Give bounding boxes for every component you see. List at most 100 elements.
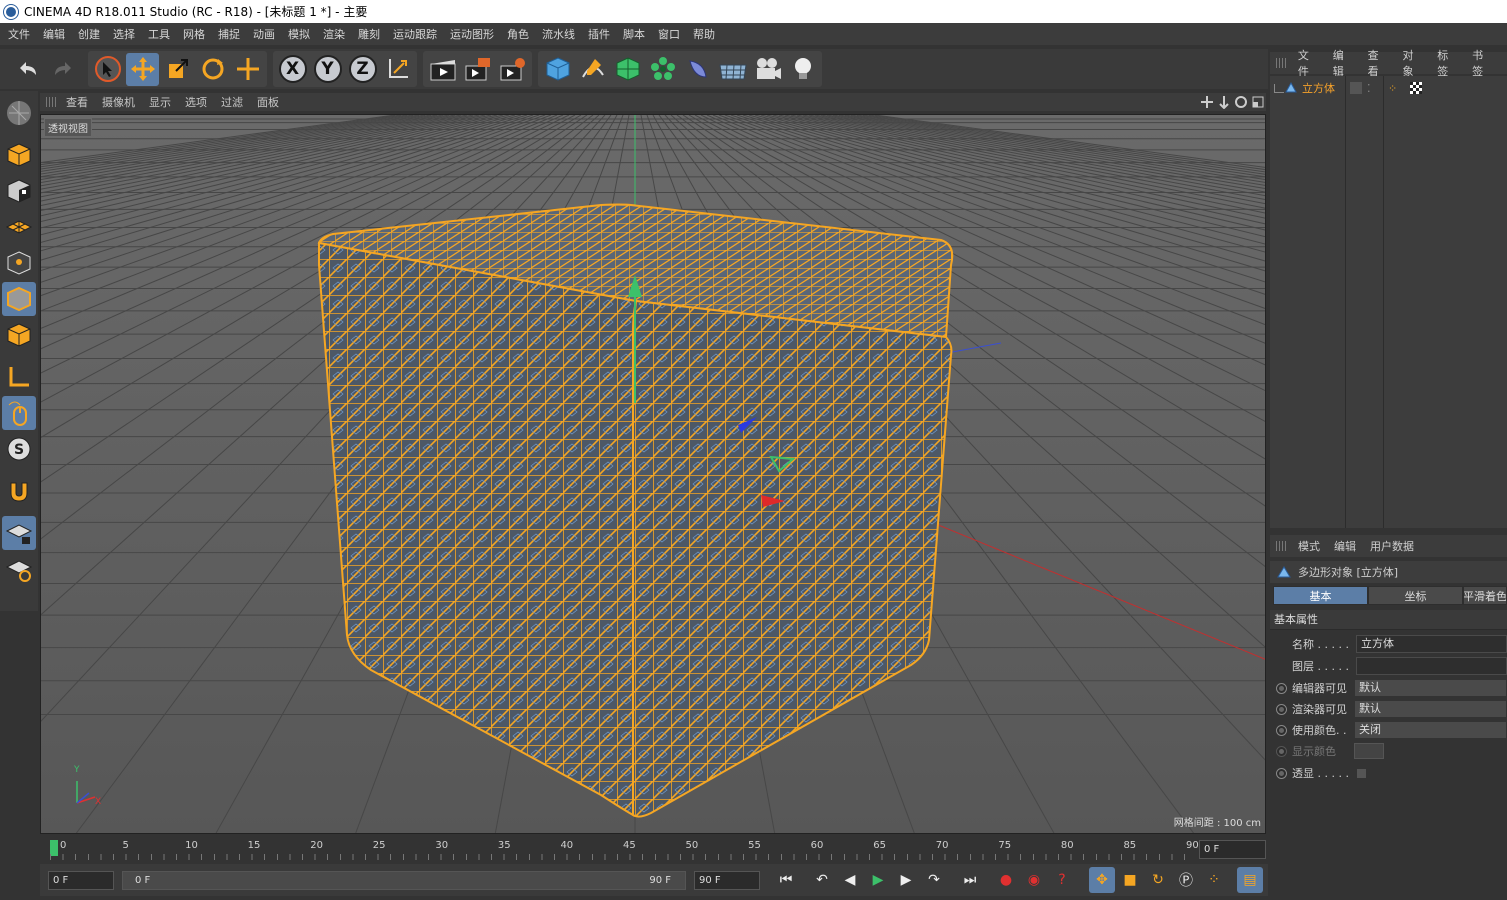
object-manager-menu-item[interactable]: 文件 [1298, 47, 1320, 79]
viewport-menu-item[interactable]: 过滤 [221, 94, 243, 110]
edges-mode-button[interactable] [2, 282, 36, 316]
enable-axis-button[interactable] [2, 360, 36, 394]
texture-tag-icon[interactable] [1410, 82, 1422, 94]
menu-item[interactable]: 角色 [507, 26, 529, 42]
viewport-menu-item[interactable]: 面板 [257, 94, 279, 110]
panel-grip-icon[interactable] [1276, 58, 1288, 68]
xray-checkbox[interactable] [1356, 767, 1367, 779]
range-slider[interactable]: 0 F 90 F [122, 870, 686, 890]
goto-next-key-button[interactable]: ↷ [921, 867, 947, 893]
add-spline-pen-button[interactable] [576, 53, 609, 86]
object-manager-list[interactable]: 立方体 ⁚ ⁘ [1270, 76, 1507, 528]
timeline-ruler[interactable]: 0 5 10 15 20 25 30 35 40 45 50 55 60 65 70 75 80 85 90 [40, 837, 1266, 861]
keyframe-selection-button[interactable]: ? [1049, 867, 1075, 893]
rotate-view-icon[interactable] [1234, 95, 1248, 109]
menu-item[interactable]: 运动图形 [450, 26, 494, 42]
add-camera-button[interactable] [751, 53, 784, 86]
view-label[interactable]: 透视视图 [44, 118, 92, 137]
snapping-button[interactable] [2, 474, 36, 508]
attribute-tab[interactable]: 坐标 [1368, 586, 1463, 605]
menu-item[interactable]: 模拟 [288, 26, 310, 42]
layer-swatch-icon[interactable] [1350, 82, 1362, 94]
render-view-button[interactable] [426, 53, 459, 86]
goto-prev-key-button[interactable]: ↶ [809, 867, 835, 893]
scale-tool-button[interactable] [161, 53, 194, 86]
attribute-tab[interactable]: 基本 [1273, 586, 1368, 605]
editor-visible-select[interactable]: 默认 [1354, 679, 1507, 697]
next-frame-button[interactable]: ▶ [893, 867, 919, 893]
menu-item[interactable]: 动画 [253, 26, 275, 42]
object-name[interactable]: 立方体 [1302, 80, 1335, 96]
make-editable-button[interactable] [2, 96, 36, 130]
object-manager-menu-item[interactable]: 标签 [1437, 47, 1459, 79]
render-settings-button[interactable] [496, 53, 529, 86]
solo-button[interactable]: S [2, 432, 36, 466]
menu-item[interactable]: 脚本 [623, 26, 645, 42]
menu-item[interactable]: 窗口 [658, 26, 680, 42]
start-frame-field[interactable]: 0 F [48, 870, 114, 890]
lock-y-axis-button[interactable]: Y [311, 53, 344, 86]
model-mode-button[interactable] [2, 138, 36, 172]
add-light-button[interactable] [786, 53, 819, 86]
lock-z-axis-button[interactable]: Z [346, 53, 379, 86]
object-manager-menu-item[interactable]: 编辑 [1333, 47, 1355, 79]
undo-button[interactable] [11, 53, 44, 86]
key-pla-button[interactable]: ⁘ [1201, 867, 1227, 893]
render-visible-select[interactable]: 默认 [1354, 700, 1507, 718]
select-tool-button[interactable] [91, 53, 124, 86]
object-manager-menu-item[interactable]: 书签 [1472, 47, 1494, 79]
render-to-picture-viewer-button[interactable] [461, 53, 494, 86]
workplane-mode-button[interactable] [2, 210, 36, 244]
viewport-menu-item[interactable]: 查看 [66, 94, 88, 110]
viewport-menu-item[interactable]: 选项 [185, 94, 207, 110]
lock-x-axis-button[interactable]: X [276, 53, 309, 86]
menu-item[interactable]: 雕刻 [358, 26, 380, 42]
key-rotation-button[interactable]: ↻ [1145, 867, 1171, 893]
menu-item[interactable]: 工具 [148, 26, 170, 42]
menu-item[interactable]: 网格 [183, 26, 205, 42]
phong-tag-icon[interactable]: ⁘ [1388, 82, 1397, 95]
pan-view-icon[interactable] [1200, 95, 1214, 109]
polygons-mode-button[interactable] [2, 318, 36, 352]
prev-frame-button[interactable]: ◀ [837, 867, 863, 893]
key-scale-button[interactable]: ■ [1117, 867, 1143, 893]
menu-item[interactable]: 渲染 [323, 26, 345, 42]
object-row-cube[interactable]: 立方体 ⁚ ⁘ [1270, 79, 1507, 97]
panel-grip-icon[interactable] [46, 97, 58, 107]
autokeying-button[interactable]: ◉ [1021, 867, 1047, 893]
add-array-button[interactable] [646, 53, 679, 86]
attribute-manager-menu-item[interactable]: 编辑 [1334, 538, 1356, 554]
planar-workplane-button[interactable] [2, 552, 36, 586]
toggle-view-icon[interactable] [1251, 95, 1265, 109]
menu-item[interactable]: 编辑 [43, 26, 65, 42]
attribute-manager-menu-item[interactable]: 模式 [1298, 538, 1320, 554]
timeline-button[interactable]: ▤ [1237, 867, 1263, 893]
move-tool-button[interactable] [126, 52, 159, 86]
visibility-dots-icon[interactable]: ⁚ [1367, 82, 1371, 95]
menu-item[interactable]: 捕捉 [218, 26, 240, 42]
add-subdivision-surface-button[interactable] [611, 53, 644, 86]
add-floor-button[interactable] [716, 53, 749, 86]
locked-workplane-button[interactable] [2, 516, 36, 550]
coordinate-system-button[interactable] [381, 53, 414, 86]
goto-start-button[interactable]: ⏮ [773, 867, 799, 893]
menu-item[interactable]: 流水线 [542, 26, 575, 42]
perspective-viewport[interactable]: 透视视图 网格间距 : 100 cm Y X [40, 114, 1266, 834]
animate-toggle-icon[interactable] [1276, 703, 1287, 715]
live-selection-button[interactable] [231, 53, 264, 86]
points-mode-button[interactable] [2, 246, 36, 280]
menu-item[interactable]: 帮助 [693, 26, 715, 42]
menu-item[interactable]: 创建 [78, 26, 100, 42]
play-button[interactable]: ▶ [865, 867, 891, 893]
panel-grip-icon[interactable] [1276, 541, 1288, 551]
viewport-menu-item[interactable]: 显示 [149, 94, 171, 110]
add-cube-button[interactable] [541, 53, 574, 86]
rotate-tool-button[interactable] [196, 53, 229, 86]
animate-toggle-icon[interactable] [1276, 724, 1287, 736]
current-frame-field[interactable]: 0 F [1199, 840, 1266, 859]
goto-end-button[interactable]: ⏭ [957, 867, 983, 893]
attribute-tab[interactable]: 平滑着色 [1463, 586, 1507, 605]
animate-toggle-icon[interactable] [1276, 682, 1287, 694]
viewport-menu-item[interactable]: 摄像机 [102, 94, 135, 110]
menu-item[interactable]: 运动跟踪 [393, 26, 437, 42]
